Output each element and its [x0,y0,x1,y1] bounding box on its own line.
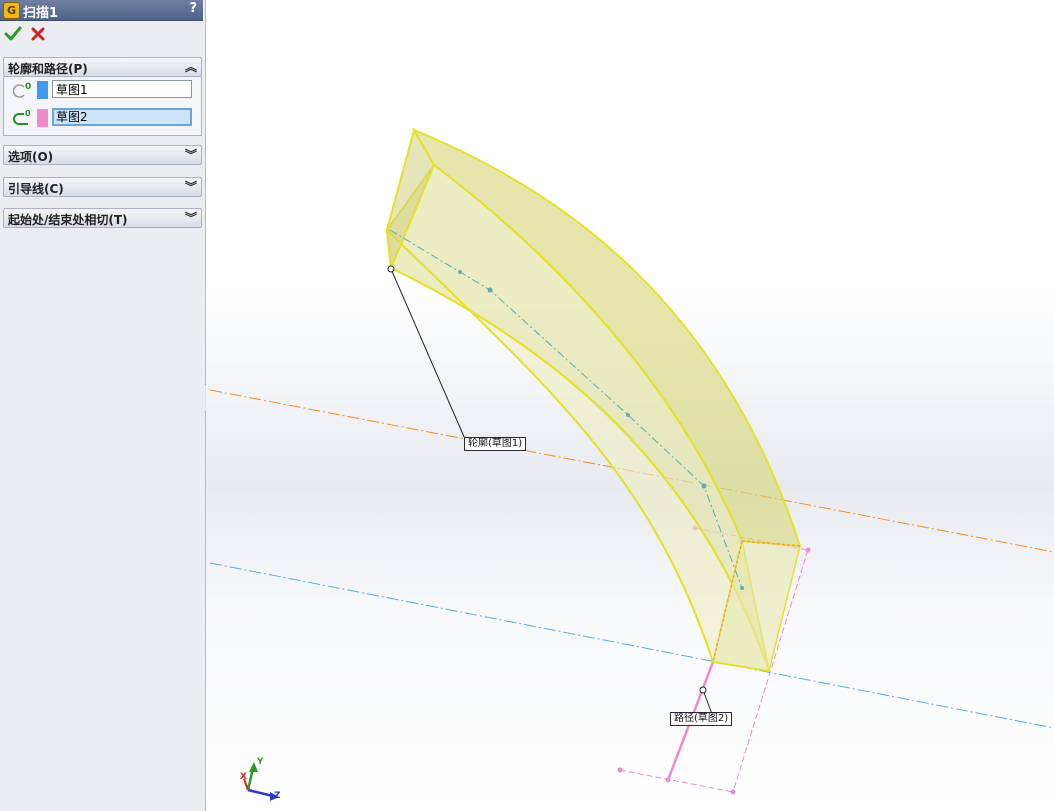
property-manager: G 扫描1 ? 轮廓和路径(P) ︽ 0 草图1 0 草图2 选项(O) ︾ 引… [0,0,206,811]
svg-text:0: 0 [25,109,31,118]
profile-row: 0 草图1 [4,78,201,102]
options-group-title: 选项(O) [8,150,54,164]
blue-centerline [209,562,1054,729]
triad-y-label: Y [257,757,264,767]
cancel-x-icon[interactable] [30,26,46,42]
sweep-body [385,127,802,673]
path-icon: 0 [13,109,31,125]
sweep-preview-scene [209,127,1054,801]
path-row: 0 草图2 [4,106,201,130]
path-color-swatch [37,109,48,127]
sweep-feature-icon: G [3,2,20,19]
profile-callout-label[interactable]: 轮廓(草图1) [464,437,527,451]
profile-path-group-header[interactable]: 轮廓和路径(P) ︽ [3,57,202,77]
collapse-up-icon[interactable]: ︽ [185,58,197,75]
triad-x-label: X [240,772,247,782]
guide-curves-group-title: 引导线(C) [8,182,64,196]
expand-down-icon[interactable]: ︾ [185,146,197,163]
expand-down-icon[interactable]: ︾ [185,178,197,195]
profile-path-group-title: 轮廓和路径(P) [8,62,88,76]
profile-color-swatch [37,81,48,99]
profile-selection-box[interactable]: 草图1 [52,80,192,98]
svg-text:0: 0 [25,82,31,92]
feature-title: 扫描1 [23,6,59,21]
options-group-header[interactable]: 选项(O) ︾ [3,145,202,165]
ok-checkmark-icon[interactable] [4,25,22,43]
path-callout-label[interactable]: 路径(草图2) [670,712,733,726]
tangency-group-header[interactable]: 起始处/结束处相切(T) ︾ [3,208,202,228]
feature-title-bar: G 扫描1 ? [0,0,203,21]
graphics-viewport[interactable]: 轮廓(草图1) 路径(草图2) Y X Z [206,0,1054,811]
help-button[interactable]: ? [189,1,197,16]
path-selection-box[interactable]: 草图2 [52,108,192,126]
guide-curves-group-header[interactable]: 引导线(C) ︾ [3,177,202,197]
profile-icon: 0 [12,82,31,98]
tangency-group-title: 起始处/结束处相切(T) [8,213,128,227]
path-callout-leader [702,689,713,715]
triad-z-label: Z [274,791,281,801]
profile-path-group-body: 0 草图1 0 草图2 [3,77,202,136]
expand-down-icon[interactable]: ︾ [185,209,197,226]
